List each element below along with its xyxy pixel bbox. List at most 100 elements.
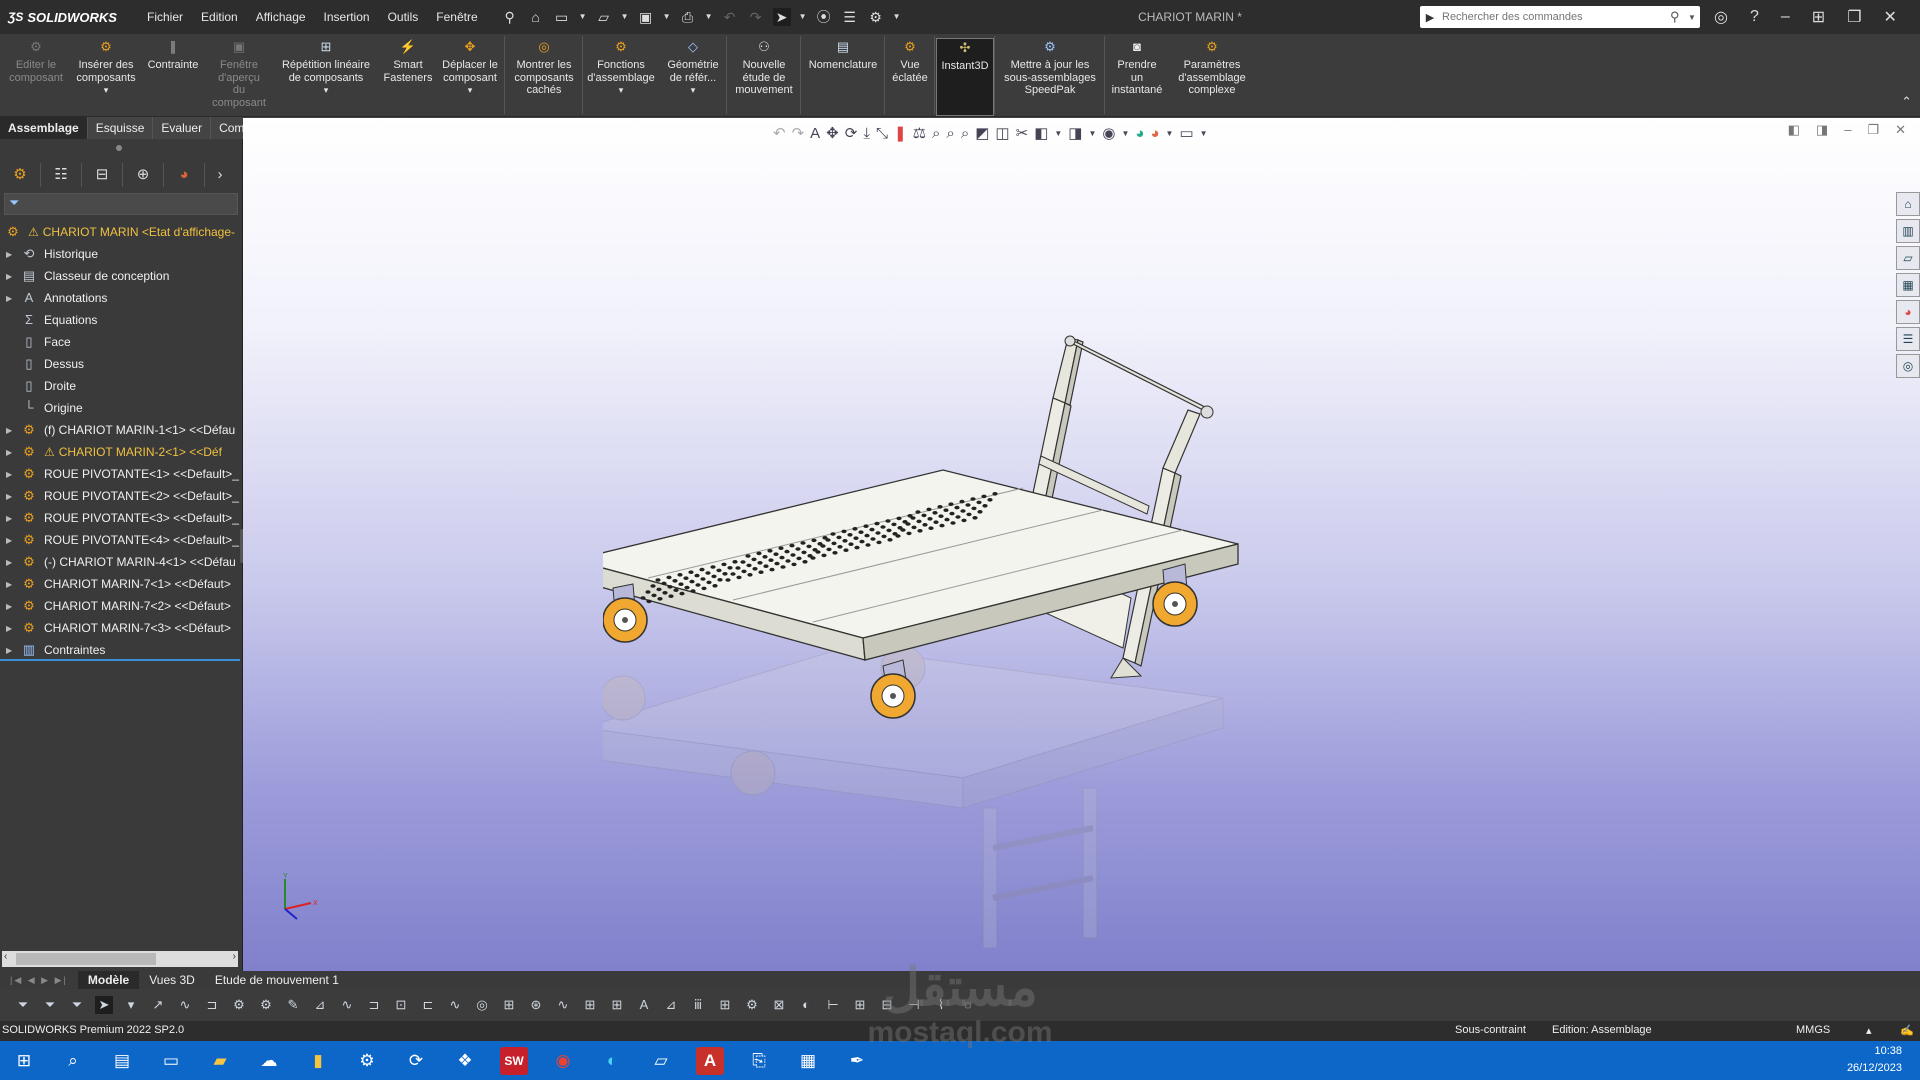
bottom-tab[interactable]: Etude de mouvement 1 (205, 971, 349, 989)
expand-arrow-icon[interactable]: ▶ (6, 624, 18, 633)
traffic-light-icon[interactable]: ⦿ (815, 8, 833, 26)
app-cube-icon[interactable]: ❖ (451, 1047, 479, 1075)
bottom-tab[interactable]: Modèle (77, 971, 140, 989)
settings-gear-icon[interactable]: ⚙ (353, 1047, 381, 1075)
view-palette-icon[interactable]: ▦ (1896, 273, 1920, 297)
sketch-tool-icon[interactable]: ⊞ (500, 996, 518, 1014)
expand-arrow-icon[interactable]: ▶ (6, 426, 18, 435)
command-search[interactable]: ▶ ⚲ ▼ (1420, 6, 1700, 28)
dimxpert-tab-icon[interactable]: ⊕ (123, 163, 164, 187)
expand-arrow-icon[interactable]: ▶ (6, 602, 18, 611)
sketch-tool-icon[interactable]: ⏷ (68, 996, 86, 1014)
tree-root-assembly[interactable]: ⚙ ⚠ CHARIOT MARIN <Etat d'affichage- (0, 221, 242, 243)
tile-icon[interactable]: ⊞ (1812, 7, 1825, 27)
tree-item[interactable]: ▯ Dessus (0, 353, 242, 375)
ribbon-button-snapshot[interactable]: ◙ Prendre un instantané (1106, 38, 1168, 114)
ribbon-button-bom[interactable]: ▤ Nomenclature (802, 38, 884, 114)
chevron-down-icon[interactable]: ▼ (1688, 13, 1700, 22)
ribbon-button-mate[interactable]: ∥ Contrainte (142, 38, 204, 114)
expand-arrow-icon[interactable]: ▶ (6, 294, 18, 303)
menu-item[interactable]: Affichage (247, 10, 315, 24)
options-gear-icon[interactable]: ⚙ (867, 8, 885, 26)
sketch-tool-icon[interactable]: ⊐ (365, 996, 383, 1014)
display-manager-tab-icon[interactable]: ◕ (164, 163, 205, 187)
tab-assemblage[interactable]: Assemblage (0, 117, 88, 139)
ribbon-button-smart-fasteners[interactable]: ⚡ Smart Fasteners (380, 38, 436, 114)
close-icon[interactable]: ✕ (1884, 7, 1897, 27)
horizontal-scrollbar[interactable]: ‹ › (2, 951, 238, 967)
filter-icon[interactable]: ⏷ (9, 195, 19, 211)
sketch-tool-icon[interactable]: ◐ (797, 996, 815, 1014)
tree-item[interactable]: ▶ ⚙ ROUE PIVOTANTE<3> <<Default>_ (0, 507, 242, 529)
sketch-tool-icon[interactable]: ⊿ (662, 996, 680, 1014)
solidworks-taskbar-icon[interactable]: SW (500, 1046, 528, 1075)
autocad-icon[interactable]: A (696, 1046, 724, 1075)
thermometer-icon[interactable]: ❚ (894, 124, 907, 142)
ribbon-button-linear-pattern[interactable]: ⊞ Répétition linéaire de composants ▾ (272, 38, 380, 114)
home-icon[interactable]: ⌂ (527, 8, 545, 26)
expand-arrow-icon[interactable]: ▶ (6, 580, 18, 589)
chevron-down-icon[interactable]: ▼ (1200, 129, 1208, 138)
minimize-icon[interactable]: – (1781, 8, 1790, 26)
expand-arrow-icon[interactable]: ▶ (6, 646, 18, 655)
design-library-icon[interactable]: ▥ (1896, 219, 1920, 243)
expand-arrow-icon[interactable]: ▶ (6, 448, 18, 457)
sketch-tool-icon[interactable]: ✎ (284, 996, 302, 1014)
chevron-down-icon[interactable]: ▼ (1054, 129, 1062, 138)
menu-item[interactable]: Edition (192, 10, 247, 24)
scroll-left-icon[interactable]: ‹ (4, 951, 7, 962)
app-logo[interactable]: ƷS SOLIDWORKS (8, 10, 138, 25)
select-arrow-icon[interactable]: ➤ (772, 8, 791, 26)
search-icon[interactable]: ⚲ (1670, 9, 1688, 25)
tree-item[interactable]: ▶ ⚙ CHARIOT MARIN-7<3> <<Défaut> (0, 617, 242, 639)
sketch-tool-icon[interactable]: ⊏ (419, 996, 437, 1014)
display-style-icon[interactable]: ◧ (1034, 124, 1048, 142)
sketch-tool-icon[interactable]: ⚙ (743, 996, 761, 1014)
zoom-fit-icon[interactable]: ⌕ (932, 125, 940, 142)
sketch-tool-icon[interactable]: ⊞ (608, 996, 626, 1014)
home-icon[interactable]: ⌂ (1896, 192, 1920, 216)
split-right-icon[interactable]: ◨ (1816, 122, 1828, 138)
configuration-manager-tab-icon[interactable]: ⊟ (82, 163, 123, 187)
sketch-tool-icon[interactable]: ⊞ (716, 996, 734, 1014)
refresh-app-icon[interactable]: ⟳ (402, 1047, 430, 1075)
scale-icon[interactable]: ⚖ (913, 124, 926, 142)
chevron-down-icon[interactable]: ▾ (691, 84, 696, 97)
close-icon[interactable]: ✕ (1895, 122, 1906, 138)
sketch-tool-icon[interactable]: ⊠ (770, 996, 788, 1014)
zoom-selection-icon[interactable]: ⌕ (961, 125, 969, 142)
zoom-area-icon[interactable]: ⌕ (946, 125, 954, 142)
ribbon-button-reference-geometry[interactable]: ◇ Géométrie de référ... ▾ (660, 38, 726, 114)
split-left-icon[interactable]: ◧ (1788, 122, 1800, 138)
sticky-notes-icon[interactable]: ▮ (304, 1047, 332, 1075)
sketch-tool-icon[interactable]: ⊡ (392, 996, 410, 1014)
sketch-tool-icon[interactable]: ⊛ (527, 996, 545, 1014)
tree-item[interactable]: ▶ ⚙ ROUE PIVOTANTE<2> <<Default>_ (0, 485, 242, 507)
sketch-tool-icon[interactable]: ↗ (149, 996, 167, 1014)
menu-item[interactable]: Insertion (315, 10, 379, 24)
chevron-down-icon[interactable]: ▼ (893, 8, 901, 26)
eye-icon[interactable]: ◉ (1102, 124, 1115, 142)
windows-start-icon[interactable]: ⊞ (10, 1047, 38, 1075)
search-icon[interactable]: ⌕ (59, 1047, 87, 1075)
panel-splitter-handle[interactable] (116, 145, 122, 151)
tree-filter[interactable]: ⏷ (4, 193, 238, 215)
tree-item[interactable]: Σ Equations (0, 309, 242, 331)
custom-properties-icon[interactable]: ☰ (1896, 327, 1920, 351)
sketch-tool-icon[interactable]: ⊐ (203, 996, 221, 1014)
chevron-down-icon[interactable]: ▼ (579, 8, 587, 26)
pin-icon[interactable]: ⚲ (501, 8, 519, 26)
menu-item[interactable]: Outils (379, 10, 428, 24)
sketch-tool-icon[interactable]: ⏷ (41, 996, 59, 1014)
chevron-down-icon[interactable]: ▾ (468, 84, 473, 97)
expand-arrow-icon[interactable]: ▶ (6, 492, 18, 501)
scene-icon[interactable]: ◕ (1150, 125, 1159, 142)
tree-item[interactable]: ▯ Droite (0, 375, 242, 397)
folder-app-icon[interactable]: ▱ (647, 1047, 675, 1075)
tree-item[interactable]: ▶ ⚙ ROUE PIVOTANTE<4> <<Default>_ (0, 529, 242, 551)
tree-item[interactable]: ▶ ⚙ ROUE PIVOTANTE<1> <<Default>_ (0, 463, 242, 485)
point-to-icon[interactable]: ⤡ (876, 125, 888, 142)
sketch-tool-icon[interactable]: ∿ (446, 996, 464, 1014)
restore-icon[interactable]: ❐ (1867, 122, 1879, 138)
monitor-icon[interactable]: ▭ (1179, 124, 1193, 142)
